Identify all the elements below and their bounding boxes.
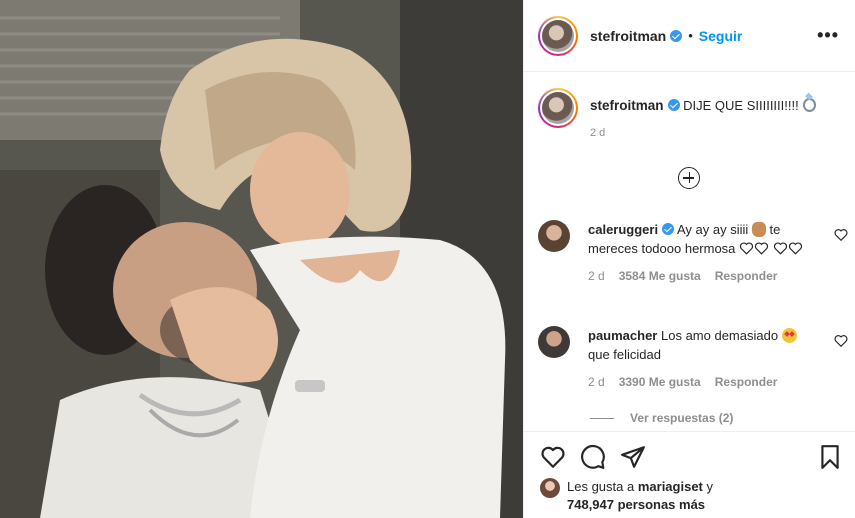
instagram-post: stefroitman • Seguir ••• stefroitman DIJ… (0, 0, 855, 518)
view-replies-label: Ver respuestas (2) (630, 411, 734, 425)
follow-button[interactable]: Seguir (699, 28, 743, 44)
load-more-comments-icon[interactable] (678, 167, 700, 189)
like-heart-icon[interactable] (540, 444, 566, 470)
comment-bubble-icon[interactable] (580, 444, 606, 470)
replies-divider (590, 417, 614, 419)
liker-avatar[interactable] (540, 478, 560, 498)
comment-like-count[interactable]: 3584 Me gusta (619, 267, 701, 286)
like-comment-heart-icon[interactable] (834, 334, 848, 348)
heart-emoji-icon (740, 242, 754, 255)
verified-badge-icon (670, 29, 683, 42)
heart-emoji-icon (755, 242, 769, 255)
caption-verified-badge-icon (667, 99, 680, 111)
comment-time: 2 d (588, 269, 605, 283)
post-side-panel: stefroitman • Seguir ••• stefroitman DIJ… (523, 0, 855, 518)
caption-username[interactable]: stefroitman (590, 98, 664, 113)
view-replies-button[interactable]: Ver respuestas (2) (590, 411, 733, 425)
reply-button[interactable]: Responder (715, 267, 778, 286)
post-header: stefroitman • Seguir ••• (524, 0, 855, 72)
commenter-username[interactable]: paumacher (588, 328, 657, 343)
likes-prefix: Les gusta a (567, 479, 635, 494)
comment-like-count[interactable]: 3390 Me gusta (619, 373, 701, 392)
hand-emoji-icon (751, 222, 766, 237)
post-photo[interactable] (0, 0, 523, 518)
comment-item: caleruggeri Ay ay ay siiii te mereces to… (538, 220, 848, 286)
author-avatar[interactable] (538, 15, 578, 56)
likes-and: y (706, 479, 714, 494)
commenter-avatar[interactable] (538, 326, 570, 358)
likes-count[interactable]: 748,947 personas más (567, 497, 705, 512)
comment-item: paumacher Los amo demasiado que felicida… (538, 326, 848, 392)
author-username[interactable]: stefroitman (590, 28, 666, 44)
comment-text-end: que felicidad (588, 347, 661, 362)
share-paper-plane-icon[interactable] (620, 444, 646, 470)
heart-emoji-icon (773, 242, 787, 255)
comment-text-start: Ay ay ay siiii (677, 222, 749, 237)
commenter-username[interactable]: caleruggeri (588, 222, 658, 237)
like-comment-heart-icon[interactable] (834, 228, 848, 242)
save-bookmark-icon[interactable] (817, 444, 843, 470)
header-separator: • (688, 28, 693, 43)
caption-text: DIJE QUE SIIIIIIII!!!! (683, 98, 799, 113)
ring-emoji-icon (802, 98, 816, 112)
likes-summary: Les gusta a mariagiset y 748,947 persona… (540, 478, 713, 514)
post-caption: stefroitman DIJE QUE SIIIIIIII!!!! 2 d (524, 72, 855, 139)
post-actions-bar: Les gusta a mariagiset y 748,947 persona… (524, 431, 855, 518)
comment-time: 2 d (588, 375, 605, 389)
heart-emoji-icon (788, 242, 802, 255)
commenter-avatar[interactable] (538, 220, 570, 252)
comment-text-start: Los amo demasiado (661, 328, 779, 343)
liker-username[interactable]: mariagiset (638, 479, 703, 494)
star-struck-emoji-icon (781, 328, 797, 343)
caption-author-avatar[interactable] (538, 88, 578, 128)
couple-photo-illustration (0, 0, 523, 518)
more-options-icon[interactable]: ••• (817, 25, 839, 46)
caption-time: 2 d (590, 127, 606, 139)
commenter-verified-badge-icon (662, 223, 675, 235)
reply-button[interactable]: Responder (715, 373, 778, 392)
